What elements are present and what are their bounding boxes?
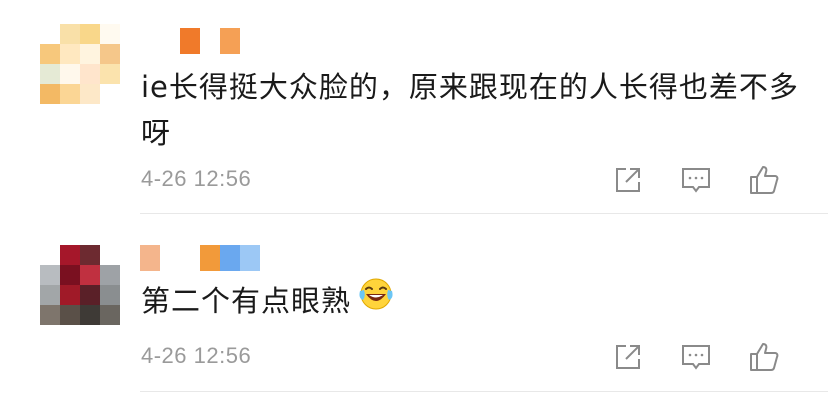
avatar[interactable]: [40, 24, 120, 104]
username-block: [160, 245, 180, 271]
mosaic-cell: [100, 305, 120, 325]
mosaic-cell: [100, 265, 120, 285]
like-icon: [750, 166, 779, 194]
divider: [140, 391, 828, 392]
mosaic-cell: [100, 64, 120, 84]
comment-text: ie长得挺大众脸的，原来跟现在的人长得也差不多呀: [141, 70, 799, 150]
mosaic-cell: [100, 245, 120, 265]
share-button[interactable]: [594, 339, 662, 375]
mosaic-cell: [80, 64, 100, 84]
avatar[interactable]: [40, 245, 120, 325]
mosaic-cell: [80, 245, 100, 265]
mosaic-cell: [80, 44, 100, 64]
mosaic-cell: [60, 285, 80, 305]
comment-time: 4-26 12:56: [141, 166, 252, 191]
mosaic-cell: [60, 84, 80, 104]
mosaic-cell: [80, 24, 100, 44]
username-block: [240, 245, 260, 271]
comment-time: 4-26 12:56: [141, 343, 252, 368]
username-mosaic[interactable]: [140, 245, 260, 271]
username-block: [140, 28, 160, 54]
comment-actions: [594, 162, 798, 198]
comment-item: ie长得挺大众脸的，原来跟现在的人长得也差不多呀 4-26 12:56: [0, 0, 828, 214]
share-icon: [616, 168, 640, 192]
username-block: [180, 245, 200, 271]
comment-icon: [682, 168, 710, 193]
mosaic-cell: [80, 84, 100, 104]
mosaic-cell: [40, 44, 60, 64]
comment-item: 第二个有点眼熟 4-26 12:56: [0, 215, 828, 403]
mosaic-cell: [100, 44, 120, 64]
divider: [140, 213, 828, 214]
share-icon: [616, 345, 640, 369]
mosaic-cell: [60, 265, 80, 285]
laughing-crying-emoji: [357, 276, 395, 325]
username-block: [200, 245, 220, 271]
mosaic-cell: [80, 265, 100, 285]
mosaic-cell: [40, 285, 60, 305]
username-block: [220, 245, 240, 271]
share-button[interactable]: [594, 162, 662, 198]
username-mosaic[interactable]: [140, 28, 240, 54]
mosaic-cell: [40, 245, 60, 265]
mosaic-cell: [100, 84, 120, 104]
mosaic-cell: [100, 24, 120, 44]
mosaic-cell: [60, 64, 80, 84]
username-block: [160, 28, 180, 54]
mosaic-cell: [60, 245, 80, 265]
reply-button[interactable]: [662, 339, 730, 375]
comment-text: 第二个有点眼熟: [141, 278, 801, 328]
username-block: [220, 28, 240, 54]
mosaic-cell: [100, 285, 120, 305]
comment-icon: [682, 345, 710, 370]
reply-button[interactable]: [662, 162, 730, 198]
mosaic-cell: [40, 84, 60, 104]
like-icon: [750, 343, 779, 371]
mosaic-cell: [80, 285, 100, 305]
mosaic-cell: [80, 305, 100, 325]
avatar-mosaic: [40, 245, 120, 325]
like-button[interactable]: [730, 339, 798, 375]
username-block: [180, 28, 200, 54]
username-block: [200, 28, 220, 54]
mosaic-cell: [60, 305, 80, 325]
mosaic-cell: [60, 24, 80, 44]
like-button[interactable]: [730, 162, 798, 198]
mosaic-cell: [60, 44, 80, 64]
mosaic-cell: [40, 24, 60, 44]
mosaic-cell: [40, 64, 60, 84]
mosaic-cell: [40, 265, 60, 285]
username-block: [140, 245, 160, 271]
avatar-mosaic: [40, 24, 120, 104]
mosaic-cell: [40, 305, 60, 325]
comment-actions: [594, 339, 798, 375]
